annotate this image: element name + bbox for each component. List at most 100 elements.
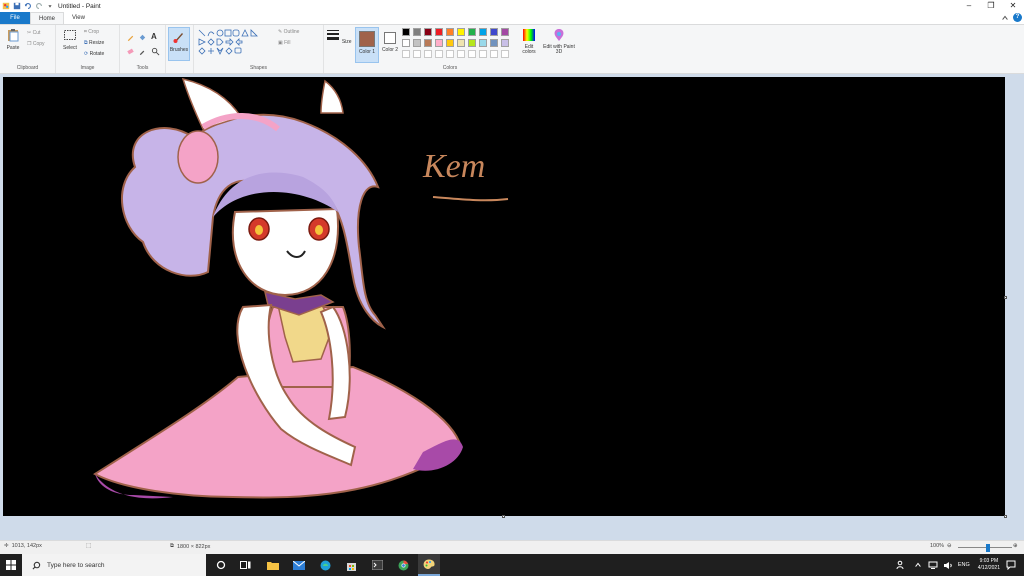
clock[interactable]: 9:03 PM 4/12/2021 <box>978 558 1000 572</box>
edit-with-paint3d-button[interactable]: Edit with Paint 3D <box>543 28 575 55</box>
palette-row2-swatch-6[interactable] <box>457 39 465 47</box>
palette-row2-swatch-8[interactable] <box>479 39 487 47</box>
palette-row2-swatch-1[interactable] <box>402 39 410 47</box>
custom-color-swatch-5[interactable] <box>446 50 454 58</box>
network-icon[interactable] <box>928 561 938 570</box>
chevron-up-icon[interactable] <box>914 561 922 569</box>
volume-icon[interactable] <box>943 561 953 570</box>
zoom-slider-thumb[interactable] <box>985 544 990 552</box>
chrome-button[interactable] <box>392 554 414 576</box>
palette-row1-swatch-8[interactable] <box>479 28 487 36</box>
size-button[interactable]: Size <box>326 28 352 45</box>
language-indicator[interactable]: ENG <box>958 562 970 568</box>
fill-icon: ▣ <box>278 40 283 46</box>
tab-view[interactable]: View <box>64 12 93 24</box>
paste-button[interactable]: Paste <box>3 28 23 51</box>
custom-color-swatch-9[interactable] <box>490 50 498 58</box>
rotate-button[interactable]: ⟳ Rotate <box>84 51 104 57</box>
save-icon[interactable] <box>13 2 21 10</box>
palette-row2-swatch-4[interactable] <box>435 39 443 47</box>
people-icon[interactable] <box>896 560 906 570</box>
text-tool-icon[interactable]: A <box>151 32 157 41</box>
palette-row2-swatch-7[interactable] <box>468 39 476 47</box>
custom-color-swatch-7[interactable] <box>468 50 476 58</box>
notification-icon[interactable] <box>1006 560 1016 570</box>
mail-button[interactable] <box>288 554 310 576</box>
palette-row1-swatch-5[interactable] <box>446 28 454 36</box>
undo-icon[interactable] <box>24 2 32 10</box>
custom-color-swatch-4[interactable] <box>435 50 443 58</box>
edit-colors-button[interactable]: Edit colors <box>518 28 540 55</box>
store-button[interactable] <box>340 554 362 576</box>
tab-file[interactable]: File <box>0 12 30 24</box>
palette-row1-swatch-1[interactable] <box>402 28 410 36</box>
color1-button[interactable]: Color 1 <box>355 27 379 63</box>
fill-label: Fill <box>284 40 291 46</box>
task-view-button[interactable] <box>234 554 256 576</box>
close-button[interactable]: ✕ <box>1002 0 1024 12</box>
fill-dropdown[interactable]: ▣ Fill <box>278 40 291 46</box>
cortana-button[interactable] <box>210 554 232 576</box>
pencil-icon[interactable] <box>126 33 135 42</box>
taskbar-search[interactable]: Type here to search <box>22 554 206 576</box>
crop-button[interactable]: ⌗ Crop <box>84 29 99 35</box>
customize-toolbar-icon[interactable] <box>46 2 54 10</box>
select-button[interactable]: Select <box>59 28 81 51</box>
cut-button[interactable]: ✂ Cut <box>27 30 40 36</box>
palette-row2-swatch-5[interactable] <box>446 39 454 47</box>
minimize-button[interactable]: – <box>958 0 980 12</box>
paint-palette-icon <box>423 559 435 569</box>
tab-home[interactable]: Home <box>30 12 65 24</box>
palette-row2-swatch-10[interactable] <box>501 39 509 47</box>
window-title: Untitled - Paint <box>58 2 101 10</box>
palette-row1-swatch-9[interactable] <box>490 28 498 36</box>
edge-button[interactable] <box>314 554 336 576</box>
file-explorer-button[interactable] <box>262 554 284 576</box>
copy-button[interactable]: ❐ Copy <box>27 41 45 47</box>
resize-handle-right[interactable] <box>1004 296 1007 299</box>
palette-row2-swatch-9[interactable] <box>490 39 498 47</box>
palette-row2-swatch-3[interactable] <box>424 39 432 47</box>
redo-icon[interactable] <box>35 2 43 10</box>
help-button[interactable]: ? <box>1013 13 1022 22</box>
paint-taskbar-button[interactable] <box>418 554 440 576</box>
shapes-gallery[interactable] <box>198 29 274 57</box>
custom-color-swatch-2[interactable] <box>413 50 421 58</box>
resize-button[interactable]: ⧉ Resize <box>84 40 104 46</box>
zoom-out-button[interactable]: ⊖ <box>947 543 952 549</box>
system-tray: ENG 9:03 PM 4/12/2021 <box>896 554 1024 576</box>
crop-icon: ⌗ <box>84 29 87 35</box>
magnifier-icon[interactable] <box>151 47 160 56</box>
maximize-button[interactable]: ❐ <box>980 0 1002 12</box>
brushes-button[interactable]: Brushes <box>168 27 190 61</box>
color2-button[interactable]: Color 2 <box>380 27 400 63</box>
zoom-in-button[interactable]: ⊕ <box>1013 543 1018 549</box>
outline-dropdown[interactable]: ✎ Outline <box>278 29 299 35</box>
outline-label: Outline <box>283 29 300 35</box>
custom-color-swatch-1[interactable] <box>402 50 410 58</box>
palette-row1-swatch-6[interactable] <box>457 28 465 36</box>
drawing-canvas[interactable]: Kem <box>3 77 1005 516</box>
palette-row2-swatch-2[interactable] <box>413 39 421 47</box>
resize-handle-bottom[interactable] <box>502 515 505 518</box>
custom-color-swatch-10[interactable] <box>501 50 509 58</box>
brush-icon <box>173 33 183 43</box>
copy-icon: ❐ <box>27 41 32 47</box>
resize-handle-corner[interactable] <box>1004 515 1007 518</box>
eraser-icon[interactable] <box>126 47 135 56</box>
start-button[interactable] <box>0 554 22 576</box>
custom-color-swatch-3[interactable] <box>424 50 432 58</box>
fill-bucket-icon[interactable] <box>138 33 147 42</box>
palette-row1-swatch-2[interactable] <box>413 28 421 36</box>
color-picker-icon[interactable] <box>138 47 147 56</box>
chevron-up-icon[interactable] <box>1001 14 1009 22</box>
clock-date: 4/12/2021 <box>977 565 1000 571</box>
palette-row1-swatch-7[interactable] <box>468 28 476 36</box>
custom-color-swatch-6[interactable] <box>457 50 465 58</box>
palette-row1-swatch-10[interactable] <box>501 28 509 36</box>
palette-row1-swatch-3[interactable] <box>424 28 432 36</box>
shapes-group-label: Shapes <box>250 65 267 71</box>
terminal-button[interactable] <box>366 554 388 576</box>
palette-row1-swatch-4[interactable] <box>435 28 443 36</box>
custom-color-swatch-8[interactable] <box>479 50 487 58</box>
